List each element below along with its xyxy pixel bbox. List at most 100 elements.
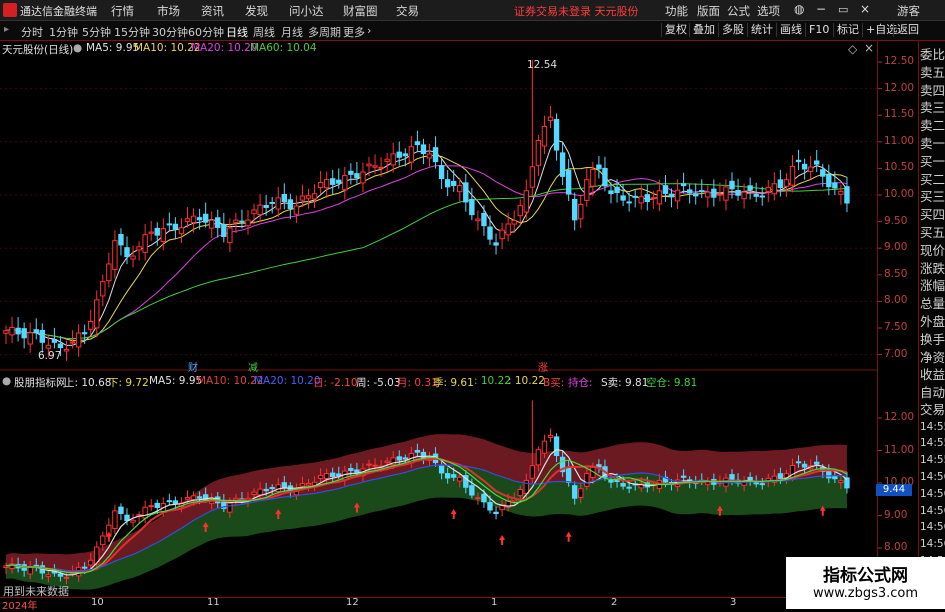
watermark-url: www.zbgs3.com bbox=[812, 586, 919, 601]
sub-candle-body bbox=[457, 476, 463, 482]
sub-candle-body bbox=[626, 486, 632, 489]
quote-field-label[interactable]: 换手 bbox=[920, 332, 945, 348]
quote-field-label[interactable]: 卖五 bbox=[920, 65, 945, 81]
watermark-title: 指标公式网 bbox=[823, 566, 908, 586]
kline-chart[interactable] bbox=[0, 0, 945, 609]
quote-field-label[interactable]: 收益 bbox=[920, 367, 945, 383]
date-dec: 12 bbox=[346, 597, 359, 608]
pane-close-icon[interactable]: × bbox=[864, 41, 874, 55]
sub-candle-body bbox=[838, 480, 844, 484]
sub-candle-body bbox=[172, 500, 179, 505]
candle-body bbox=[281, 193, 288, 203]
candle-body bbox=[432, 147, 439, 163]
sub-candle-body bbox=[844, 477, 850, 489]
candle-body bbox=[656, 190, 663, 205]
trade-field[interactable]: 交易 bbox=[920, 402, 945, 418]
trade-field[interactable]: 14:56 bbox=[920, 486, 945, 502]
candle-body bbox=[753, 193, 759, 197]
sub-candle-body bbox=[565, 467, 572, 483]
high-price-label: 12.54 bbox=[527, 59, 558, 71]
candle-body bbox=[747, 185, 753, 190]
candle-body bbox=[420, 144, 427, 154]
indicator-toggle-icon[interactable]: ● bbox=[2, 375, 11, 387]
rise-marker[interactable]: 涨 bbox=[538, 359, 548, 374]
trade-field[interactable]: 14:56 bbox=[920, 503, 945, 519]
quote-field-label[interactable]: 净资 bbox=[920, 350, 945, 366]
sub-candle-body bbox=[414, 449, 421, 453]
quote-field-label[interactable]: 卖三 bbox=[920, 100, 945, 116]
candle-body bbox=[765, 186, 771, 193]
candle-body bbox=[789, 165, 796, 186]
candle-body bbox=[596, 164, 602, 170]
candle-body bbox=[215, 217, 221, 228]
candle-body bbox=[408, 146, 415, 163]
price-tick: 8.50 bbox=[884, 267, 908, 280]
indicator-value: B买: bbox=[543, 377, 565, 389]
candle-body bbox=[426, 153, 433, 159]
trade-field[interactable]: 14:55 bbox=[920, 452, 945, 468]
sub-candle-body bbox=[493, 511, 499, 515]
candle-body bbox=[63, 348, 70, 352]
formula-toggle-icon[interactable]: ● bbox=[73, 42, 82, 54]
quote-field-label[interactable]: 外盘 bbox=[920, 314, 945, 330]
reduce-marker[interactable]: 减 bbox=[248, 359, 258, 374]
candle-body bbox=[614, 186, 620, 194]
candle-body bbox=[717, 193, 723, 196]
pane-settings-icon[interactable]: ◇ bbox=[848, 42, 857, 56]
current-price-tag: 9.44 bbox=[876, 484, 912, 496]
trade-field[interactable]: 自动 bbox=[920, 385, 945, 401]
quote-field-label[interactable]: 卖二 bbox=[920, 118, 945, 134]
trade-field[interactable]: 14:55 bbox=[920, 435, 945, 451]
candle-body bbox=[348, 170, 354, 175]
sub-candle-body bbox=[354, 469, 360, 473]
sub-candle-body bbox=[130, 519, 136, 523]
sub-candle-body bbox=[814, 461, 820, 465]
candle-body bbox=[729, 180, 735, 190]
candle-body bbox=[511, 219, 517, 225]
quote-field-label[interactable]: 买一 bbox=[920, 154, 945, 170]
quote-field-label[interactable]: 买三 bbox=[920, 189, 945, 205]
quote-field-label[interactable]: 买四 bbox=[920, 207, 945, 223]
candle-body bbox=[9, 327, 15, 336]
candle-body bbox=[457, 185, 463, 193]
stock-title[interactable]: 天元股份(日线) bbox=[2, 42, 73, 57]
candle-body bbox=[251, 209, 257, 215]
quote-field-label[interactable]: 涨跌 bbox=[920, 261, 945, 277]
candle-body bbox=[620, 195, 626, 201]
candle-body bbox=[263, 204, 269, 208]
trade-field[interactable]: 14:55 bbox=[920, 419, 945, 435]
sub-candle-body bbox=[154, 502, 160, 509]
quote-field-label[interactable]: 现价 bbox=[920, 243, 945, 259]
quote-field-label[interactable]: 买二 bbox=[920, 172, 945, 188]
quote-field-label[interactable]: 总量 bbox=[920, 296, 945, 312]
candle-body bbox=[172, 223, 179, 230]
sub-candle-body bbox=[451, 474, 457, 478]
quote-field-label[interactable]: 买五 bbox=[920, 225, 945, 241]
candle-body bbox=[305, 195, 312, 199]
sub-candle-body bbox=[517, 489, 523, 497]
indicator-title[interactable]: 股朋指标网 bbox=[14, 375, 67, 390]
price-tick: 12.50 bbox=[884, 55, 915, 67]
quote-field-label[interactable]: 卖四 bbox=[920, 83, 945, 99]
trade-field[interactable]: 14:56 bbox=[920, 519, 945, 535]
trade-field[interactable]: 14:56 bbox=[920, 536, 945, 552]
sub-candle-body bbox=[190, 495, 197, 501]
candle-body bbox=[366, 163, 372, 167]
trade-field[interactable]: 14:56 bbox=[920, 469, 945, 485]
ma-line-5 bbox=[5, 139, 848, 346]
quote-field-label[interactable]: 委比 bbox=[920, 47, 945, 63]
quote-field-label[interactable]: 涨幅 bbox=[920, 278, 945, 294]
candle-body bbox=[354, 173, 360, 179]
finance-marker[interactable]: 财 bbox=[188, 359, 198, 374]
candle-body bbox=[202, 213, 209, 223]
date-jan: 1 bbox=[491, 597, 498, 608]
candle-body bbox=[590, 168, 596, 187]
quote-field-label[interactable]: 卖一 bbox=[920, 136, 945, 152]
sub-candle-body bbox=[620, 483, 626, 487]
candle-body bbox=[668, 193, 675, 198]
candle-body bbox=[336, 179, 342, 184]
sub-candle-body bbox=[826, 470, 832, 479]
candle-body bbox=[21, 328, 27, 339]
candle-body bbox=[481, 212, 487, 227]
candle-body bbox=[396, 151, 402, 158]
